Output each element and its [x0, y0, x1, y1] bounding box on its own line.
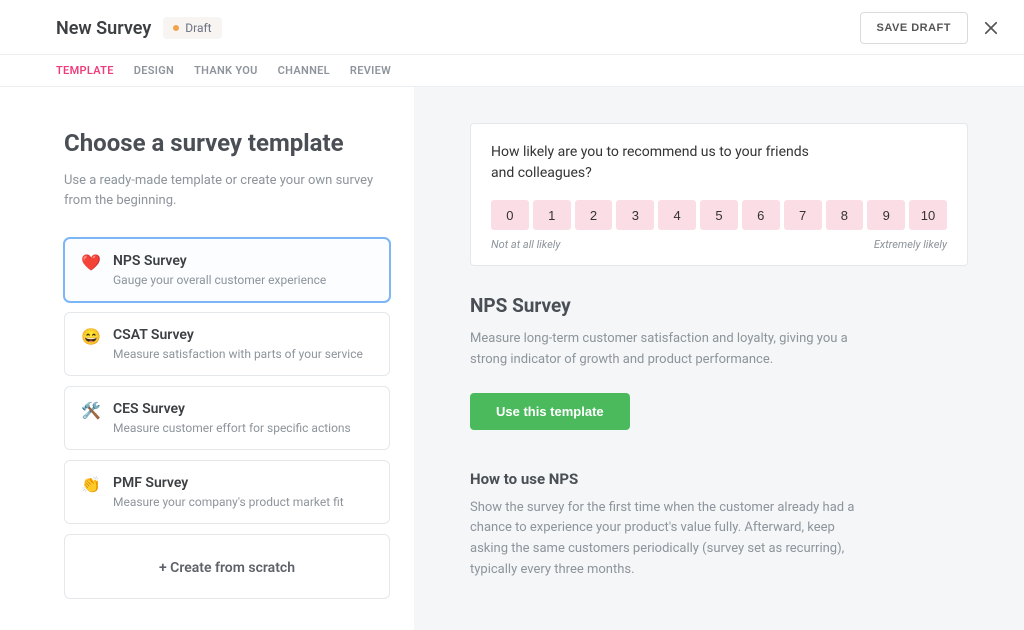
status-badge: Draft — [163, 17, 221, 39]
tools-icon: 🛠️ — [81, 401, 101, 421]
badge-dot-icon — [173, 25, 179, 31]
scale-button[interactable]: 10 — [909, 200, 947, 230]
scale-button[interactable]: 9 — [867, 200, 905, 230]
left-panel: Choose a survey template Use a ready-mad… — [0, 87, 414, 630]
right-panel: How likely are you to recommend us to yo… — [414, 87, 1024, 630]
right-body: Measure long-term customer satisfaction … — [470, 329, 870, 371]
scale-low-label: Not at all likely — [491, 238, 560, 251]
template-body: CES Survey Measure customer effort for s… — [113, 401, 373, 435]
scale-labels: Not at all likely Extremely likely — [491, 238, 947, 251]
scale-high-label: Extremely likely — [874, 238, 947, 251]
template-card-nps[interactable]: ❤️ NPS Survey Gauge your overall custome… — [64, 238, 390, 302]
badge-text: Draft — [185, 21, 211, 35]
topbar-left: New Survey Draft — [56, 17, 222, 39]
main: Choose a survey template Use a ready-mad… — [0, 87, 1024, 630]
template-desc: Measure customer effort for specific act… — [113, 421, 373, 435]
tab-template[interactable]: TEMPLATE — [56, 64, 114, 77]
left-subheading: Use a ready-made template or create your… — [64, 171, 374, 210]
survey-preview-card: How likely are you to recommend us to yo… — [470, 123, 968, 266]
use-template-button[interactable]: Use this template — [470, 393, 630, 430]
scale-button[interactable]: 2 — [575, 200, 613, 230]
right-heading: NPS Survey — [470, 294, 968, 317]
page-title: New Survey — [56, 18, 151, 39]
tab-design[interactable]: DESIGN — [134, 64, 174, 77]
smile-icon: 😄 — [81, 327, 101, 347]
scale-button[interactable]: 6 — [742, 200, 780, 230]
topbar: New Survey Draft SAVE DRAFT — [0, 0, 1024, 55]
create-text: + Create from scratch — [159, 560, 295, 576]
scale-button[interactable]: 4 — [658, 200, 696, 230]
tab-thank-you[interactable]: THANK YOU — [194, 64, 258, 77]
template-desc: Measure your company's product market fi… — [113, 495, 373, 509]
template-body: PMF Survey Measure your company's produc… — [113, 475, 373, 509]
preview-question: How likely are you to recommend us to yo… — [491, 142, 811, 184]
scale-row: 0 1 2 3 4 5 6 7 8 9 10 — [491, 200, 947, 230]
heart-icon: ❤️ — [81, 253, 101, 273]
save-draft-button[interactable]: SAVE DRAFT — [860, 12, 968, 44]
scale-button[interactable]: 1 — [533, 200, 571, 230]
close-icon[interactable] — [982, 19, 1000, 37]
template-card-csat[interactable]: 😄 CSAT Survey Measure satisfaction with … — [64, 312, 390, 376]
template-title: CSAT Survey — [113, 327, 373, 343]
scale-button[interactable]: 5 — [700, 200, 738, 230]
left-heading: Choose a survey template — [64, 129, 390, 157]
scale-button[interactable]: 8 — [826, 200, 864, 230]
tab-review[interactable]: REVIEW — [350, 64, 391, 77]
template-card-ces[interactable]: 🛠️ CES Survey Measure customer effort fo… — [64, 386, 390, 450]
template-title: PMF Survey — [113, 475, 373, 491]
scale-button[interactable]: 7 — [784, 200, 822, 230]
template-desc: Gauge your overall customer experience — [113, 273, 373, 287]
template-body: CSAT Survey Measure satisfaction with pa… — [113, 327, 373, 361]
template-title: CES Survey — [113, 401, 373, 417]
template-desc: Measure satisfaction with parts of your … — [113, 347, 373, 361]
template-card-pmf[interactable]: 👏 PMF Survey Measure your company's prod… — [64, 460, 390, 524]
create-from-scratch-button[interactable]: + Create from scratch — [64, 534, 390, 599]
tab-channel[interactable]: CHANNEL — [278, 64, 330, 77]
scale-button[interactable]: 3 — [616, 200, 654, 230]
howto-heading: How to use NPS — [470, 470, 968, 488]
tabs: TEMPLATE DESIGN THANK YOU CHANNEL REVIEW — [0, 55, 1024, 87]
template-body: NPS Survey Gauge your overall customer e… — [113, 253, 373, 287]
template-title: NPS Survey — [113, 253, 373, 269]
scale-button[interactable]: 0 — [491, 200, 529, 230]
clap-icon: 👏 — [81, 475, 101, 495]
howto-body: Show the survey for the first time when … — [470, 498, 870, 581]
topbar-right: SAVE DRAFT — [860, 12, 1000, 44]
